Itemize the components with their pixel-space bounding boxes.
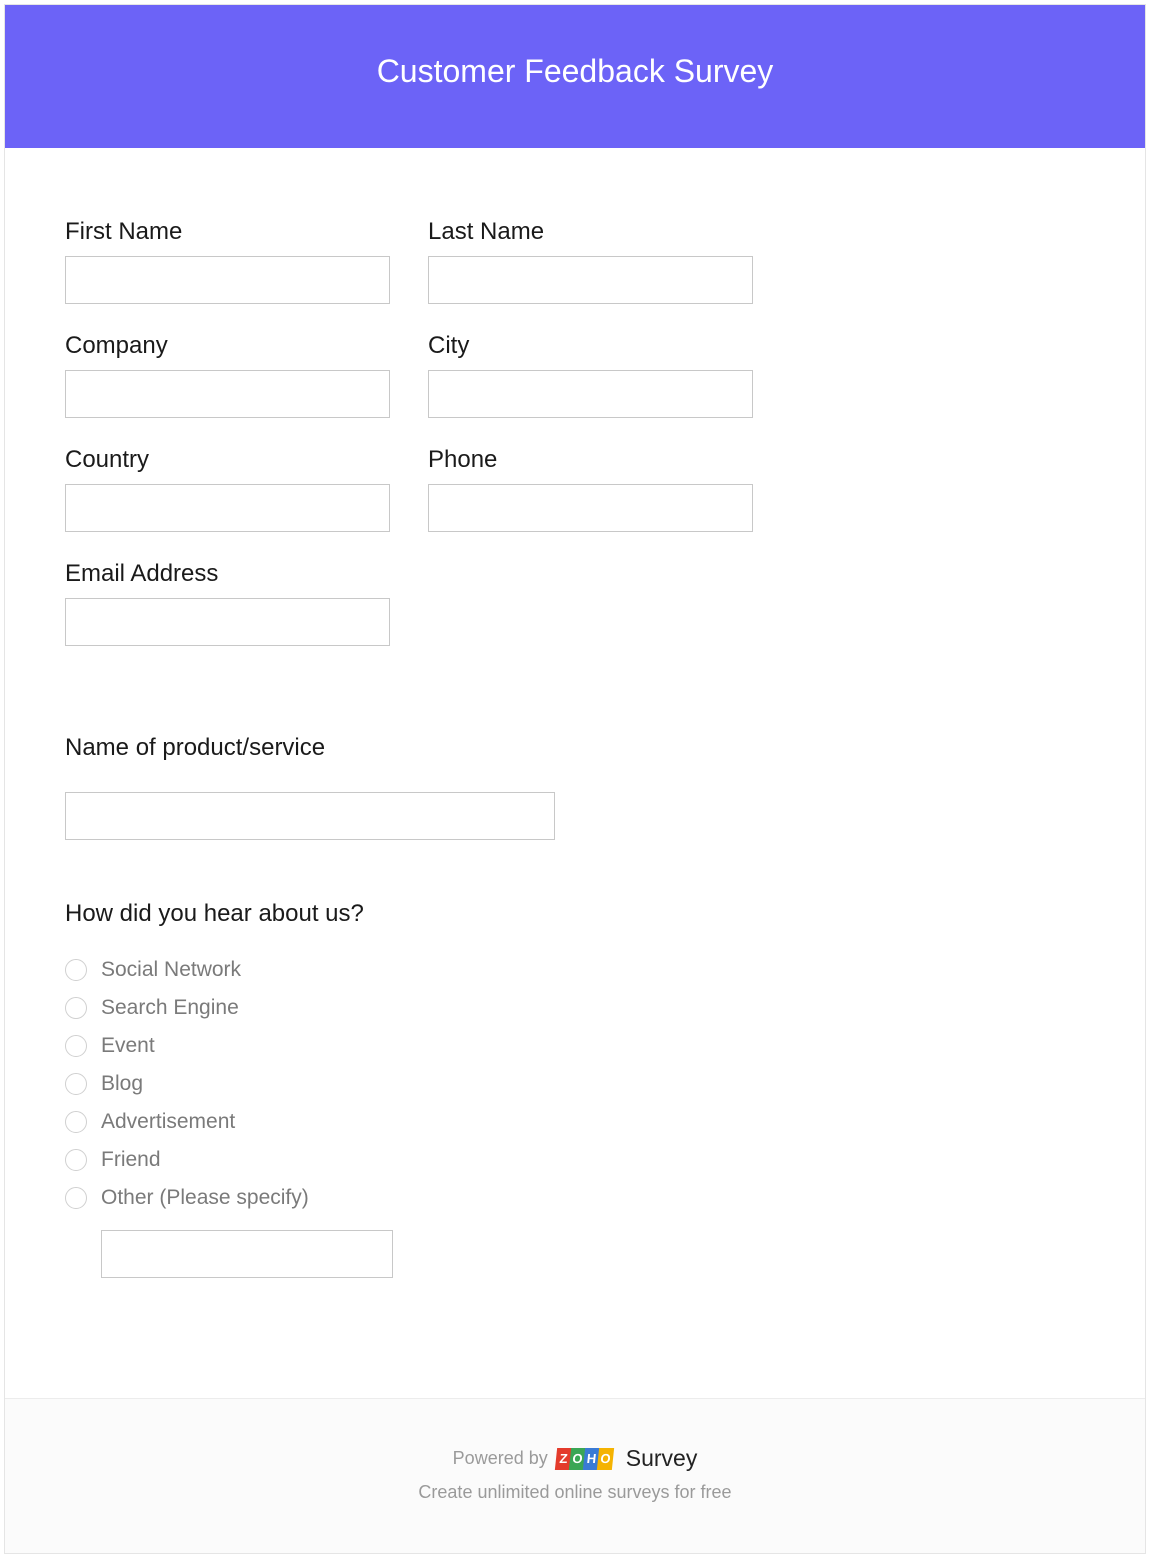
label-company: Company [65, 332, 390, 360]
powered-by-text: Powered by [453, 1448, 548, 1469]
radio-item-social-network[interactable]: Social Network [65, 958, 1085, 982]
footer: Powered by ZOHO Survey Create unlimited … [5, 1398, 1145, 1553]
radio-item-blog[interactable]: Blog [65, 1072, 1085, 1096]
radio-label: Search Engine [101, 996, 239, 1020]
form-area: First Name Last Name Company City Countr… [5, 148, 1145, 1398]
input-first-name[interactable] [65, 256, 390, 304]
radio-label: Social Network [101, 958, 241, 982]
radio-label: Blog [101, 1072, 143, 1096]
survey-header: Customer Feedback Survey [5, 5, 1145, 148]
label-phone: Phone [428, 446, 753, 474]
survey-title: Customer Feedback Survey [5, 53, 1145, 90]
footer-tagline: Create unlimited online surveys for free [5, 1482, 1145, 1503]
input-company[interactable] [65, 370, 390, 418]
radio-icon [65, 959, 87, 981]
input-phone[interactable] [428, 484, 753, 532]
label-hear-about-us: How did you hear about us? [65, 900, 1085, 928]
radio-icon [65, 1073, 87, 1095]
radio-icon [65, 1187, 87, 1209]
radio-item-event[interactable]: Event [65, 1034, 1085, 1058]
label-first-name: First Name [65, 218, 390, 246]
radio-icon [65, 1035, 87, 1057]
label-email: Email Address [65, 560, 390, 588]
input-product-service[interactable] [65, 792, 555, 840]
label-city: City [428, 332, 753, 360]
radio-icon [65, 997, 87, 1019]
radio-group-hear: Social Network Search Engine Event Blog … [65, 958, 1085, 1278]
radio-icon [65, 1149, 87, 1171]
radio-label: Other (Please specify) [101, 1186, 309, 1210]
radio-label: Event [101, 1034, 155, 1058]
radio-item-other[interactable]: Other (Please specify) [65, 1186, 1085, 1210]
input-last-name[interactable] [428, 256, 753, 304]
label-product-service: Name of product/service [65, 734, 1085, 762]
radio-item-search-engine[interactable]: Search Engine [65, 996, 1085, 1020]
input-country[interactable] [65, 484, 390, 532]
radio-label: Friend [101, 1148, 161, 1172]
input-city[interactable] [428, 370, 753, 418]
input-other-specify[interactable] [101, 1230, 393, 1278]
radio-label: Advertisement [101, 1110, 235, 1134]
label-country: Country [65, 446, 390, 474]
label-last-name: Last Name [428, 218, 753, 246]
input-email[interactable] [65, 598, 390, 646]
radio-item-advertisement[interactable]: Advertisement [65, 1110, 1085, 1134]
zoho-logo-icon: ZOHO [556, 1448, 612, 1470]
radio-icon [65, 1111, 87, 1133]
brand-suffix: Survey [626, 1445, 698, 1472]
radio-item-friend[interactable]: Friend [65, 1148, 1085, 1172]
